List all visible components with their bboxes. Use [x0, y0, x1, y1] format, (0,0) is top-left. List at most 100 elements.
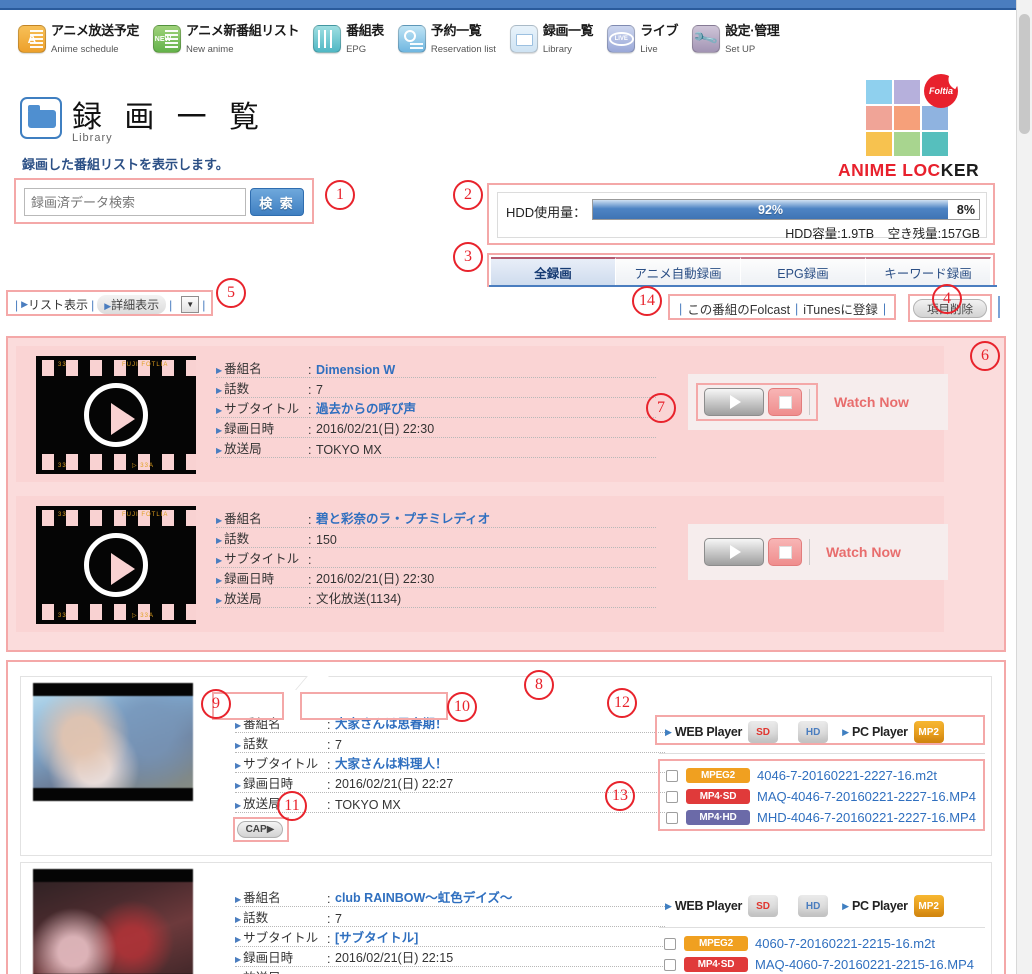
recording-card: ▶ 番組名: 大家さんは思春期！ ▶ 話数:7 ▶ サブタイトル: 大家さんは料理人！ ▶…	[20, 676, 992, 856]
hd-quality-button[interactable]: HD	[798, 721, 829, 743]
sd-quality-button[interactable]: SD	[748, 895, 779, 917]
play-button[interactable]	[704, 538, 764, 566]
format-badge: MPEG2	[684, 936, 748, 951]
view-toolbar-highlight: | ▶ リスト表示 | ▶詳細表示 | ▼ |	[6, 290, 213, 316]
film-placeholder-thumbnail[interactable]: 33 FUJI FOTLIA 33 ▷ 33A	[36, 506, 196, 624]
search-input[interactable]	[24, 188, 246, 216]
meta-row-episode: ▶ 話数:150	[216, 528, 656, 548]
foltia-badge: Foltia	[924, 74, 958, 108]
file-checkbox[interactable]	[666, 790, 678, 803]
file-name[interactable]: MAQ-4046-7-20160221-2227-16.MP4	[757, 789, 976, 804]
hdd-stats: HDD容量:1.9TB 空き残量:157GB	[775, 223, 980, 242]
file-checkbox[interactable]	[666, 769, 678, 782]
program-name-value[interactable]: 大家さんは思春期！	[335, 713, 448, 732]
play-button[interactable]	[704, 388, 764, 416]
search-button[interactable]: 検 索	[250, 188, 304, 216]
program-name-value[interactable]: club RAINBOW〜虹色デイズ〜	[335, 887, 512, 906]
tab-epg-recording[interactable]: EPG録画	[741, 257, 866, 285]
cap-button[interactable]: CAP ▶	[237, 821, 283, 838]
callout-13: 13	[605, 781, 635, 811]
nav-label-en: Library	[542, 44, 572, 56]
file-checkbox[interactable]	[664, 958, 676, 971]
scrollbar-thumb[interactable]	[1019, 14, 1030, 134]
recording-type-tabs-highlight: 全録画 アニメ自動録画 EPG録画 キーワード録画	[487, 253, 997, 287]
watch-now-link[interactable]: Watch Now	[826, 544, 901, 560]
episode-value: 7	[316, 383, 323, 397]
hd-quality-button[interactable]: HD	[798, 895, 829, 917]
nav-item-reservation-list[interactable]: 予約一覧 Reservation list	[397, 22, 496, 57]
nav-item-new-anime[interactable]: NEW アニメ新番組リスト New anime	[152, 22, 299, 57]
hdd-free-percent: 8%	[956, 202, 975, 217]
file-checkbox[interactable]	[664, 937, 676, 950]
subtitle-value: 過去からの呼び声	[316, 402, 417, 416]
nav-item-library[interactable]: 録画一覧 Library	[509, 22, 594, 57]
mp2-quality-button[interactable]: MP2	[913, 721, 944, 743]
video-thumbnail[interactable]	[33, 683, 193, 801]
page-scrollbar[interactable]	[1016, 0, 1032, 974]
hdd-free-space: 空き残量:157GB	[887, 227, 980, 241]
stop-button[interactable]	[768, 538, 802, 566]
page-title-jp: 録 画 一 覧	[72, 101, 267, 134]
hdd-used-percent: 92%	[758, 202, 784, 217]
file-row[interactable]: MPEG2 4046-7-20160221-2227-16.m2t	[662, 765, 983, 786]
list-view-button[interactable]: リスト表示	[28, 296, 88, 313]
file-row[interactable]: MP4·SD MAQ-4046-7-20160221-2227-16.MP4	[662, 786, 983, 807]
format-badge: MP4·HD	[686, 810, 750, 825]
hdd-usage-label: HDD使用量：	[506, 205, 587, 220]
recording-type-tabs: 全録画 アニメ自動録画 EPG録画 キーワード録画	[491, 257, 991, 285]
logo-text-black: KER	[940, 160, 980, 180]
meta-row-subtitle: ▶ サブタイトル: 大家さんは料理人！	[235, 753, 665, 773]
callout-12: 12	[607, 688, 637, 718]
nav-label-jp: 録画一覧	[542, 23, 594, 38]
format-badge: MPEG2	[686, 768, 750, 783]
callout-1: 1	[325, 180, 355, 210]
file-name[interactable]: 4046-7-20160221-2227-16.m2t	[757, 768, 937, 783]
folcast-button[interactable]: この番組のFolcast	[687, 299, 790, 318]
file-row[interactable]: MP4·SD MAQ-4060-7-20160221-2215-16.MP4	[660, 954, 987, 974]
anime-schedule-icon: A	[18, 25, 46, 54]
mp2-quality-button[interactable]: MP2	[913, 895, 944, 917]
cap-button-highlight: CAP ▶	[233, 817, 289, 842]
nav-label-jp: 予約一覧	[430, 23, 482, 38]
program-name-value[interactable]: Dimension W	[316, 363, 395, 377]
program-name-value[interactable]: 碧と彩奈のラ・プチミレディオ	[316, 508, 490, 527]
film-placeholder-thumbnail[interactable]: 33 FUJI FOTLIA 33 ▷ 33A	[36, 356, 196, 474]
recording-card: ▶ 番組名: club RAINBOW〜虹色デイズ〜 ▶ 話数:7 ▶ サブタイトル:[…	[20, 862, 992, 974]
recording-card: 33 FUJI FOTLIA 33 ▷ 33A ▶ 番組名: Dimension W…	[16, 346, 948, 482]
nav-item-anime-schedule[interactable]: A アニメ放送予定 Anime schedule	[18, 22, 139, 57]
file-name[interactable]: 4060-7-20160221-2215-16.m2t	[755, 936, 935, 951]
player-links: ▶ WEB Player SD HD ▶ PC Player MP2	[665, 895, 958, 917]
file-name[interactable]: MHD-4046-7-20160221-2227-16.MP4	[757, 810, 976, 825]
tab-all-recordings[interactable]: 全録画	[491, 257, 616, 285]
watch-now-link[interactable]: Watch Now	[834, 394, 909, 410]
file-checkbox[interactable]	[666, 811, 678, 824]
itunes-register-button[interactable]: iTunesに登録	[803, 299, 878, 318]
file-row[interactable]: MP4·HD MHD-4046-7-20160221-2227-16.MP4	[662, 807, 983, 828]
file-name[interactable]: MAQ-4060-7-20160221-2215-16.MP4	[755, 957, 974, 972]
nav-label-en: EPG	[346, 44, 367, 56]
stop-button[interactable]	[768, 388, 802, 416]
meta-row-recorded-at: ▶ 録画日時:2016/02/21(日) 22:27	[235, 773, 665, 793]
chevron-down-icon[interactable]: ▼	[181, 296, 200, 313]
nav-item-live[interactable]: LIVE ライブ Live	[607, 22, 678, 57]
detail-view-button[interactable]: ▶詳細表示	[97, 295, 167, 314]
tabs-underline	[489, 285, 997, 287]
file-list: MPEG2 4060-7-20160221-2215-16.m2t MP4·SD…	[660, 933, 987, 974]
video-thumbnail[interactable]	[33, 869, 193, 974]
tab-keyword-recording[interactable]: キーワード録画	[866, 257, 991, 285]
hdd-capacity: HDD容量:1.9TB	[785, 227, 875, 241]
meta-row-subtitle: ▶ サブタイトル:	[216, 548, 656, 568]
sd-quality-button[interactable]: SD	[748, 721, 779, 743]
callout-11: 11	[277, 791, 307, 821]
nav-item-epg[interactable]: 番組表 EPG	[313, 22, 384, 57]
recording-card: 33 FUJI FOTLIA 33 ▷ 33A ▶ 番組名: 碧と彩奈のラ・プチミレ…	[16, 496, 948, 632]
recording-metadata: ▶ 番組名: Dimension W ▶ 話数:7 ▶ サブタイトル: 過去からの呼び声 …	[216, 358, 656, 458]
anime-locker-logo: Foltia	[866, 74, 958, 156]
nav-item-settings[interactable]: 🔧 設定·管理 Set UP	[692, 22, 780, 57]
page-content: A アニメ放送予定 Anime schedule NEW アニメ新番組リスト New…	[0, 10, 1016, 974]
subtitle-value: 大家さんは料理人！	[335, 757, 448, 771]
file-row[interactable]: MPEG2 4060-7-20160221-2215-16.m2t	[660, 933, 987, 954]
meta-row-recorded-at: ▶ 録画日時:2016/02/21(日) 22:30	[216, 418, 656, 438]
tab-anime-auto-recording[interactable]: アニメ自動録画	[616, 257, 741, 285]
meta-row-recorded-at: ▶ 録画日時:2016/02/21(日) 22:15	[235, 947, 665, 967]
